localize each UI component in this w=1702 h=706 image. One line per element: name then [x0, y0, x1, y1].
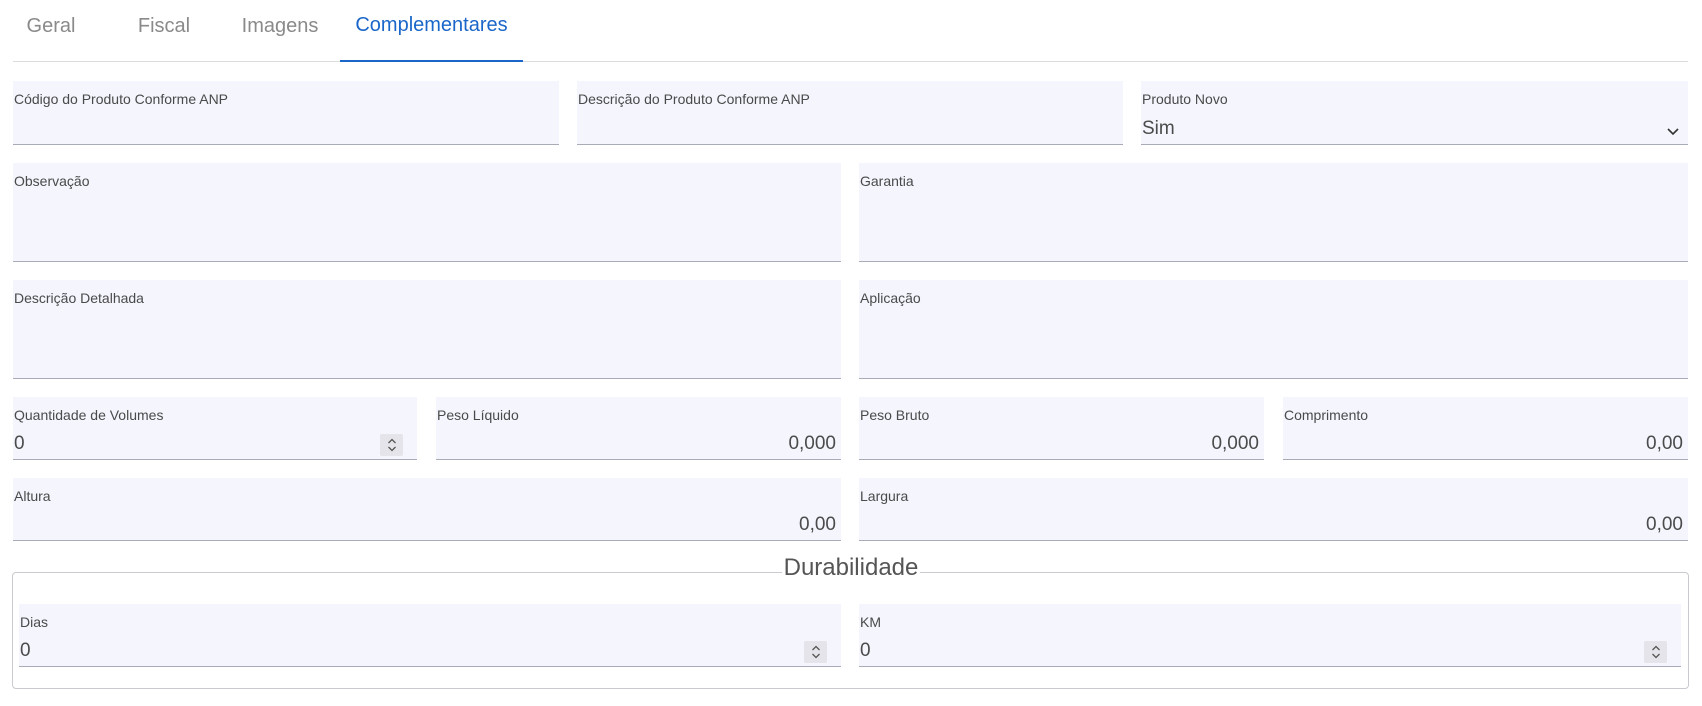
produto-novo-select[interactable]: Produto Novo Sim — [1141, 81, 1688, 145]
dias-label: Dias — [20, 614, 49, 630]
descricao-anp-field[interactable]: Descrição do Produto Conforme ANP — [577, 81, 1123, 145]
dias-input[interactable]: Dias 0 — [19, 604, 841, 667]
quantidade-volumes-label: Quantidade de Volumes — [14, 407, 164, 423]
quantidade-volumes-input[interactable]: Quantidade de Volumes 0 — [13, 397, 417, 460]
altura-label: Altura — [14, 488, 51, 504]
peso-liquido-label: Peso Líquido — [437, 407, 519, 423]
descricao-anp-label: Descrição do Produto Conforme ANP — [578, 91, 810, 107]
spinner-arrows-icon[interactable] — [380, 434, 403, 456]
quantidade-volumes-value: 0 — [14, 433, 25, 454]
produto-novo-label: Produto Novo — [1142, 91, 1228, 107]
descricao-detalhada-label: Descrição Detalhada — [14, 290, 144, 306]
tab-geral[interactable]: Geral — [13, 0, 89, 62]
product-complementary-form: Geral Fiscal Imagens Complementares Códi… — [0, 0, 1702, 706]
aplicacao-label: Aplicação — [860, 290, 921, 306]
comprimento-label: Comprimento — [1284, 407, 1369, 423]
codigo-anp-field[interactable]: Código do Produto Conforme ANP — [13, 81, 559, 145]
peso-liquido-value: 0,000 — [788, 433, 836, 454]
descricao-detalhada-textarea[interactable]: Descrição Detalhada — [13, 280, 841, 379]
spinner-arrows-icon[interactable] — [804, 641, 827, 663]
km-label: KM — [860, 614, 881, 630]
altura-value: 0,00 — [799, 514, 836, 535]
dias-value: 0 — [20, 640, 31, 661]
peso-bruto-label: Peso Bruto — [860, 407, 930, 423]
largura-value: 0,00 — [1646, 514, 1683, 535]
tab-imagens[interactable]: Imagens — [223, 0, 337, 62]
chevron-down-icon[interactable] — [1665, 123, 1681, 139]
observacao-textarea[interactable]: Observação — [13, 163, 841, 262]
largura-label: Largura — [860, 488, 909, 504]
tab-bar: Geral Fiscal Imagens Complementares — [13, 0, 1688, 62]
km-input[interactable]: KM 0 — [859, 604, 1681, 667]
altura-input[interactable]: Altura 0,00 — [13, 478, 841, 541]
spinner-arrows-icon[interactable] — [1644, 641, 1667, 663]
garantia-label: Garantia — [860, 173, 914, 189]
peso-liquido-input[interactable]: Peso Líquido 0,000 — [436, 397, 841, 460]
peso-bruto-value: 0,000 — [1211, 433, 1259, 454]
produto-novo-value: Sim — [1142, 118, 1175, 139]
tab-fiscal[interactable]: Fiscal — [112, 0, 216, 62]
garantia-textarea[interactable]: Garantia — [859, 163, 1688, 262]
aplicacao-textarea[interactable]: Aplicação — [859, 280, 1688, 379]
comprimento-value: 0,00 — [1646, 433, 1683, 454]
observacao-label: Observação — [14, 173, 90, 189]
peso-bruto-input[interactable]: Peso Bruto 0,000 — [859, 397, 1264, 460]
codigo-anp-label: Código do Produto Conforme ANP — [14, 91, 229, 107]
km-value: 0 — [860, 640, 871, 661]
largura-input[interactable]: Largura 0,00 — [859, 478, 1688, 541]
comprimento-input[interactable]: Comprimento 0,00 — [1283, 397, 1688, 460]
tab-complementares[interactable]: Complementares — [340, 0, 523, 62]
